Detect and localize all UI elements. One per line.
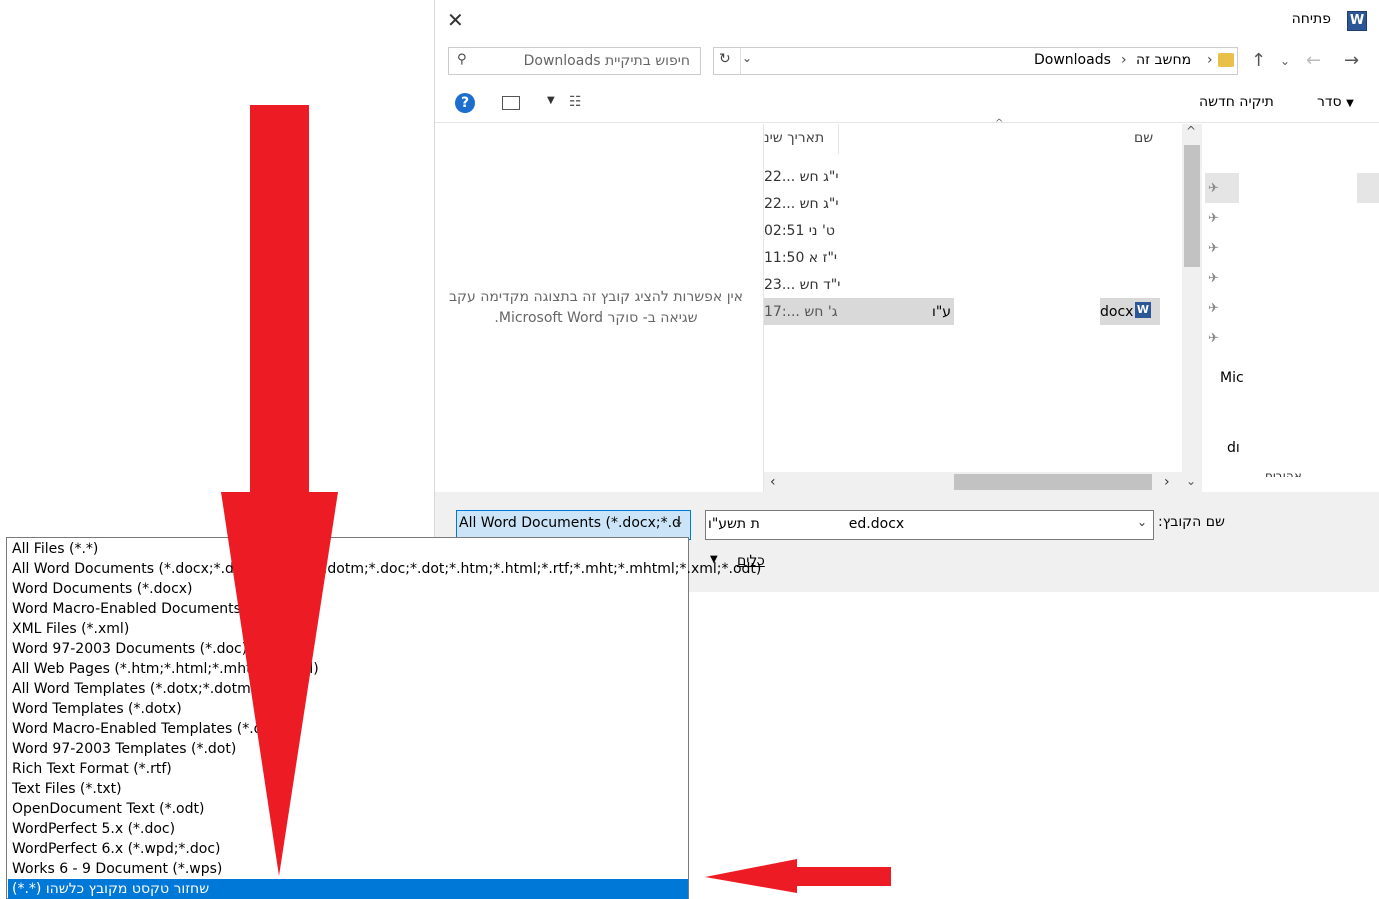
- left-arrow-annotation: [705, 859, 891, 893]
- down-arrow-annotation: [221, 105, 338, 876]
- annotation-overlay: [221, 105, 891, 893]
